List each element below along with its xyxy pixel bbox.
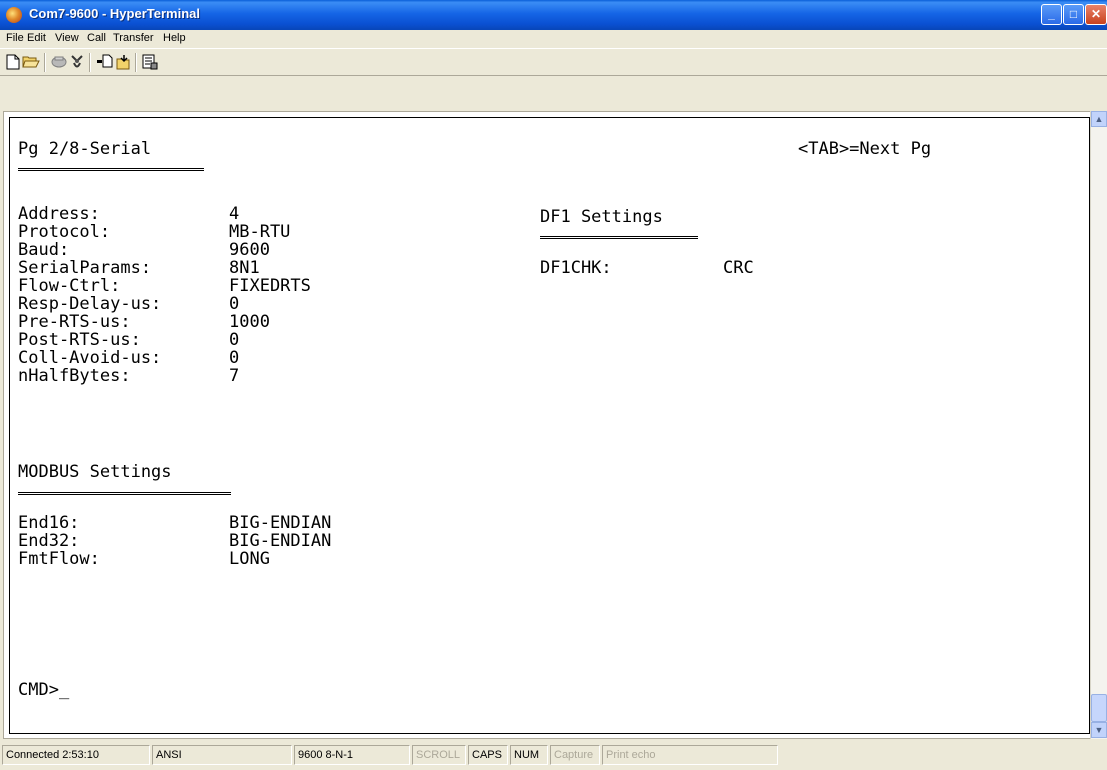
menu-help[interactable]: Help [163,32,186,44]
serial-label: SerialParams: [18,258,152,278]
df1-underline [540,236,698,239]
modbus-label: End16: [18,513,80,533]
scroll-up-button[interactable]: ▲ [1091,111,1107,127]
status-emulation: ANSI [152,745,292,765]
serial-value: 9600 [229,240,270,260]
serial-label: Flow-Ctrl: [18,276,121,296]
serial-label: Coll-Avoid-us: [18,348,162,368]
serial-label: Post-RTS-us: [18,330,141,350]
scroll-thumb[interactable] [1091,694,1107,722]
serial-value: 0 [229,294,240,314]
toolbar-separator [135,53,137,72]
menu-file[interactable]: File [6,32,24,44]
serial-value: 0 [229,330,240,350]
serial-value: MB-RTU [229,222,291,242]
status-caps: CAPS [468,745,508,765]
close-button[interactable]: ✕ [1085,4,1107,25]
page-label: Pg 2/8-Serial [18,139,152,159]
minimize-icon: _ [1048,7,1055,21]
df1-label: DF1CHK: [540,258,612,278]
next-page-hint: <TAB>=Next Pg [798,139,932,159]
modbus-value: LONG [229,549,270,569]
menu-view[interactable]: View [55,32,79,44]
minimize-button[interactable]: _ [1041,4,1062,25]
serial-label: Baud: [18,240,70,260]
command-prompt[interactable]: CMD>_ [18,681,69,699]
title-bar: Com7-9600 - HyperTerminal _ □ ✕ [0,0,1107,30]
new-connection-icon[interactable] [4,54,22,71]
modbus-underline [18,492,231,495]
serial-label: nHalfBytes: [18,366,131,386]
hyperterminal-app-icon[interactable] [6,7,22,23]
serial-value: 0 [229,348,240,368]
modbus-label: FmtFlow: [18,549,100,569]
scroll-down-button[interactable]: ▼ [1091,722,1107,738]
receive-icon[interactable] [114,54,132,71]
terminal-screen[interactable]: Pg 2/8-Serial <TAB>=Next Pg Address: 4 P… [9,117,1090,734]
properties-icon[interactable] [141,54,159,71]
maximize-icon: □ [1069,7,1078,21]
serial-label: Pre-RTS-us: [18,312,131,332]
serial-value: 7 [229,366,240,386]
serial-label: Protocol: [18,222,111,242]
toolbar [0,48,1107,76]
status-empty [780,745,1105,765]
status-bar: Connected 2:53:10 ANSI 9600 8-N-1 SCROLL… [0,740,1107,770]
serial-value: 4 [229,204,240,224]
open-icon[interactable] [22,54,40,71]
window-title: Com7-9600 - HyperTerminal [29,6,200,21]
serial-label: Address: [18,204,100,224]
modbus-value: BIG-ENDIAN [229,513,332,533]
vertical-scrollbar[interactable]: ▲ ▼ [1090,111,1107,739]
df1-value: CRC [723,258,754,278]
serial-value: FIXEDRTS [229,276,311,296]
menu-bar: File Edit View Call Transfer Help [0,30,1107,48]
close-icon: ✕ [1090,7,1102,21]
disconnect-icon[interactable] [68,54,86,71]
toolbar-separator [89,53,91,72]
modbus-heading: MODBUS Settings [18,462,172,482]
status-num: NUM [510,745,548,765]
status-print-echo: Print echo [602,745,778,765]
toolbar-separator [44,53,46,72]
modbus-label: End32: [18,531,80,551]
serial-value: 1000 [229,312,270,332]
menu-call[interactable]: Call [87,32,106,44]
chevron-up-icon: ▲ [1094,114,1104,124]
serial-label: Resp-Delay-us: [18,294,162,314]
status-port-settings: 9600 8-N-1 [294,745,410,765]
status-scroll: SCROLL [412,745,466,765]
serial-value: 8N1 [229,258,260,278]
status-capture: Capture [550,745,600,765]
chevron-down-icon: ▼ [1094,725,1104,735]
send-icon[interactable] [95,54,113,71]
maximize-button[interactable]: □ [1063,4,1084,25]
df1-heading: DF1 Settings [540,207,663,227]
page-underline [18,168,204,171]
menu-edit[interactable]: Edit [27,32,46,44]
status-connected: Connected 2:53:10 [2,745,150,765]
menu-transfer[interactable]: Transfer [113,32,154,44]
modbus-value: BIG-ENDIAN [229,531,332,551]
connect-icon[interactable] [50,54,68,71]
